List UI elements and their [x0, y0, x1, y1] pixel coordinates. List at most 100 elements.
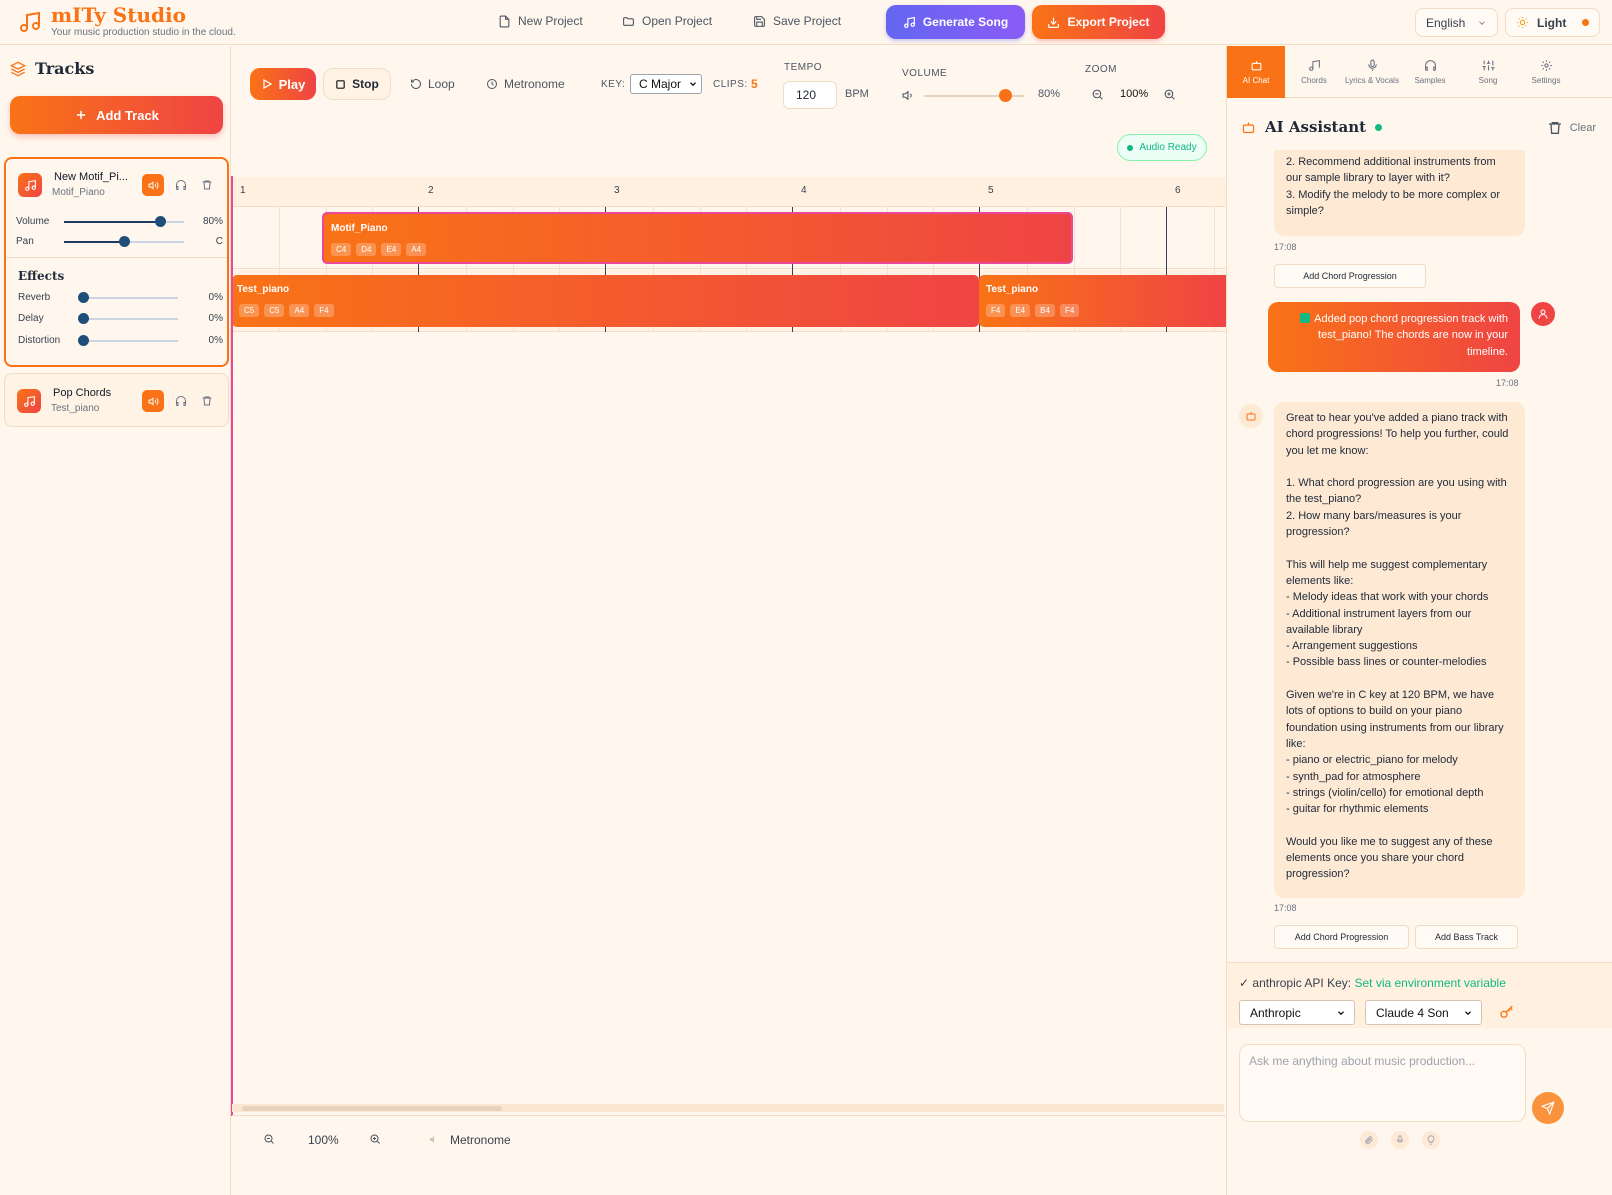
file-icon: [498, 15, 511, 28]
chevron-down-icon: [1463, 1008, 1473, 1018]
open-project-button[interactable]: Open Project: [612, 6, 722, 36]
export-project-button[interactable]: Export Project: [1032, 5, 1165, 39]
volume-knob[interactable]: [999, 89, 1012, 102]
chevron-down-icon: [1336, 1008, 1346, 1018]
clip-test-piano[interactable]: Test_piano F4 E4 B4 F4: [979, 275, 1226, 327]
robot-icon: [1250, 59, 1263, 72]
pan-knob[interactable]: [119, 236, 130, 247]
headphones-icon: [175, 179, 187, 191]
music-note-icon: [903, 16, 916, 29]
clip-test-piano[interactable]: Test_piano C5 C5 A4 F4: [232, 275, 979, 327]
scrollbar-thumb[interactable]: [242, 1106, 502, 1111]
key-select[interactable]: C Major: [630, 74, 702, 94]
tab-ai-chat[interactable]: AI Chat: [1227, 46, 1285, 98]
mic-icon[interactable]: [1391, 1131, 1409, 1149]
timeline-scrollbar[interactable]: [232, 1104, 1224, 1112]
tab-song[interactable]: Song: [1459, 46, 1517, 98]
zoom-in-icon[interactable]: [1163, 88, 1176, 101]
language-select[interactable]: English: [1415, 8, 1498, 37]
add-track-button[interactable]: Add Track: [10, 96, 223, 134]
stop-button[interactable]: Stop: [323, 68, 391, 100]
zoom-value: 100%: [308, 1133, 339, 1147]
distortion-knob[interactable]: [78, 335, 89, 346]
zoom-in-icon[interactable]: [369, 1133, 381, 1145]
tracks-title: Tracks: [35, 59, 95, 78]
bar-number: 5: [988, 185, 994, 196]
transport-bar: Play Stop Loop Metronome KEY: C Major CL…: [232, 46, 1226, 176]
tempo-unit: BPM: [845, 88, 869, 100]
send-button[interactable]: [1532, 1092, 1564, 1124]
headphones-icon: [1424, 59, 1437, 72]
chat-messages[interactable]: 2. Recommend additional instruments from…: [1227, 150, 1612, 962]
delete-track-button[interactable]: [198, 392, 216, 410]
folder-icon: [622, 15, 635, 28]
assistant-panel: AI Chat Chords Lyrics & Vocals Samples S…: [1226, 46, 1612, 1195]
zoom-out-icon[interactable]: [1091, 88, 1104, 101]
zoom-out-icon[interactable]: [263, 1133, 275, 1145]
mute-button[interactable]: [142, 174, 164, 196]
speaker-icon: [147, 396, 159, 407]
note-chip: B4: [1035, 304, 1055, 317]
status-dot: [1127, 144, 1134, 151]
tab-chords[interactable]: Chords: [1285, 46, 1343, 98]
distortion-slider[interactable]: Distortion 0%: [16, 334, 223, 348]
zoom-value: 100%: [1120, 88, 1149, 100]
add-chord-progression-button[interactable]: Add Chord Progression: [1274, 925, 1409, 949]
tab-settings[interactable]: Settings: [1517, 46, 1575, 98]
add-chord-progression-button[interactable]: Add Chord Progression: [1274, 264, 1426, 288]
generate-song-button[interactable]: Generate Song: [886, 5, 1025, 39]
sliders-icon: [1482, 59, 1495, 72]
chat-input[interactable]: Ask me anything about music production..…: [1239, 1044, 1526, 1122]
zoom-label: ZOOM: [1085, 64, 1117, 75]
theme-toggle[interactable]: Light: [1505, 8, 1600, 37]
assistant-header: AI Assistant: [1241, 118, 1383, 136]
track-card[interactable]: New Motif_Pi... Motif_Piano Volume 80% P…: [4, 157, 229, 367]
delete-track-button[interactable]: [198, 176, 216, 194]
pan-slider[interactable]: Pan C: [16, 235, 223, 249]
metronome-button[interactable]: Metronome: [486, 68, 565, 100]
reverb-knob[interactable]: [78, 292, 89, 303]
playhead[interactable]: [231, 176, 233, 1116]
play-button[interactable]: Play: [250, 68, 316, 100]
reverb-slider[interactable]: Reverb 0%: [16, 291, 223, 305]
paperclip-icon[interactable]: [1360, 1131, 1378, 1149]
track-name[interactable]: New Motif_Pi...: [54, 171, 128, 183]
volume-slider[interactable]: Volume 80%: [16, 215, 223, 229]
track-name[interactable]: Pop Chords: [53, 387, 111, 399]
save-project-button[interactable]: Save Project: [743, 6, 851, 36]
note-chip: A4: [289, 304, 310, 317]
provider-select[interactable]: Anthropic: [1239, 1000, 1355, 1025]
mute-button[interactable]: [142, 390, 164, 412]
robot-icon: [1241, 120, 1256, 135]
tab-samples[interactable]: Samples: [1401, 46, 1459, 98]
master-volume-slider[interactable]: [924, 89, 1024, 103]
trash-icon: [201, 395, 213, 407]
bar-number: 4: [801, 185, 807, 196]
track-instrument: Motif_Piano: [52, 187, 105, 198]
key-icon[interactable]: [1499, 1004, 1515, 1020]
track-card[interactable]: Pop Chords Test_piano: [4, 373, 229, 427]
lightbulb-icon[interactable]: [1422, 1131, 1440, 1149]
solo-button[interactable]: [172, 176, 190, 194]
delay-knob[interactable]: [78, 313, 89, 324]
add-bass-track-button[interactable]: Add Bass Track: [1415, 925, 1518, 949]
music-note-icon: [1308, 59, 1321, 72]
send-icon: [1541, 1101, 1555, 1115]
metronome-toggle[interactable]: Metronome: [450, 1133, 511, 1147]
clip-motif-piano[interactable]: Motif_Piano C4 D4 E4 A4: [322, 212, 1073, 264]
plus-icon: [74, 108, 88, 122]
key-label: KEY:: [601, 79, 626, 90]
tab-lyrics-vocals[interactable]: Lyrics & Vocals: [1343, 46, 1401, 98]
clear-chat-button[interactable]: Clear: [1547, 120, 1596, 136]
model-select[interactable]: Claude 4 Son: [1365, 1000, 1482, 1025]
divider: [6, 257, 227, 258]
timeline[interactable]: 1 2 3 4 5 6 Motif_Piano C4 D4 E4 A4 Test…: [231, 177, 1309, 1107]
loop-button[interactable]: Loop: [410, 68, 455, 100]
timeline-ruler[interactable]: 1 2 3 4 5 6: [232, 177, 1226, 207]
solo-button[interactable]: [172, 392, 190, 410]
delay-slider[interactable]: Delay 0%: [16, 312, 223, 326]
input-tools: [1360, 1131, 1440, 1149]
volume-knob[interactable]: [155, 216, 166, 227]
tempo-input[interactable]: 120: [783, 81, 837, 109]
new-project-button[interactable]: New Project: [488, 6, 593, 36]
